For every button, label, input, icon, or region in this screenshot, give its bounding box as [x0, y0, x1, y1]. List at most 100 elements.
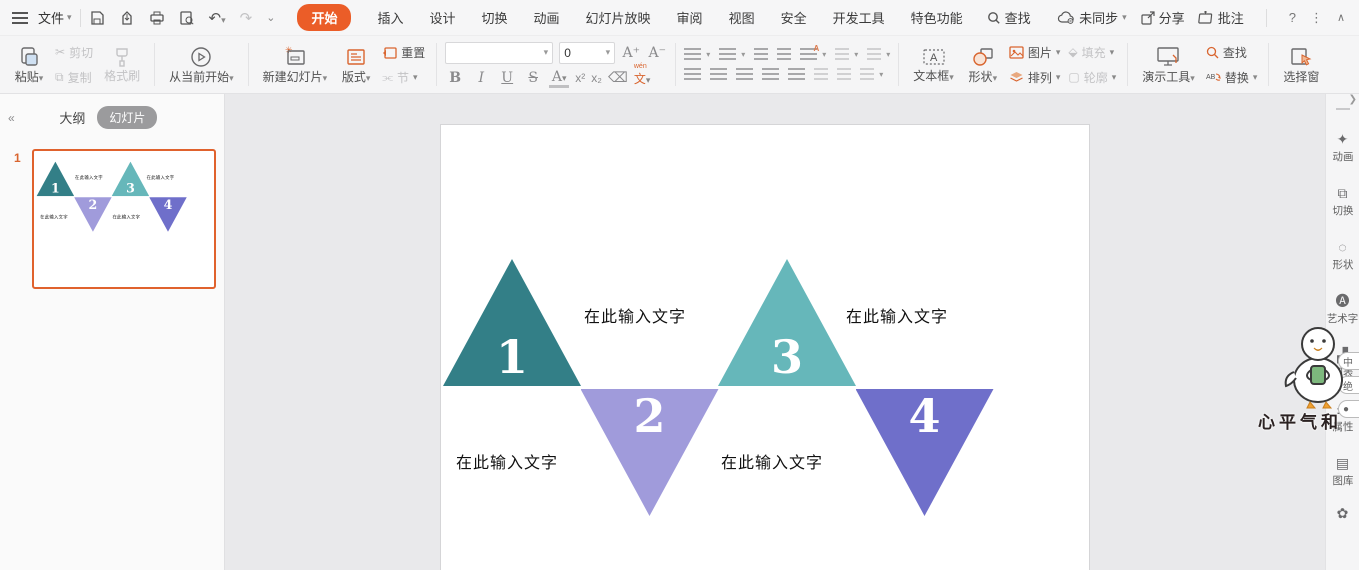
numbered-list-icon[interactable] — [719, 48, 737, 61]
play-from-current-button[interactable]: 从当前开始▾ — [162, 40, 241, 90]
italic-button[interactable]: I — [471, 70, 491, 86]
hamburger-menu-icon[interactable] — [12, 11, 28, 24]
font-name-select[interactable]: ▾ — [445, 41, 554, 64]
triangle-shape-1[interactable]: 1 — [443, 259, 581, 386]
undo-icon[interactable]: ↶▾ — [209, 9, 226, 27]
placeholder-text-1[interactable]: 在此输入文字 — [584, 303, 686, 327]
strikethrough-button[interactable]: S — [523, 70, 543, 86]
cut-button: ✂ 剪切 — [55, 45, 94, 60]
sidebar-item-切换[interactable]: ⧉ 切换 — [1326, 186, 1359, 218]
replace-button[interactable]: AB 替换 ▾ — [1206, 69, 1258, 86]
plugin-button[interactable]: ✿ — [1326, 506, 1359, 520]
tab-home[interactable]: 开始 — [297, 4, 352, 31]
shapes-button[interactable]: 形状▾ — [961, 40, 1005, 90]
tab-design[interactable]: 设计 — [429, 8, 455, 27]
tab-slides[interactable]: 幻灯片 — [97, 106, 158, 129]
customize-toolbar-icon[interactable]: ⌄ — [266, 11, 275, 24]
collapse-ribbon-icon[interactable]: ∧ — [1337, 11, 1345, 24]
tab-features[interactable]: 特色功能 — [911, 8, 963, 27]
svg-text:✳: ✳ — [285, 45, 293, 55]
justify-icon[interactable] — [762, 68, 780, 81]
save-icon[interactable] — [89, 10, 105, 26]
triangle-shape-3[interactable]: 3 — [718, 259, 856, 386]
reset-button[interactable]: 重置 — [382, 44, 425, 61]
sync-status[interactable]: 未同步 ▾ — [1058, 8, 1127, 27]
section-button: ⫘ 节 ▾ — [382, 69, 418, 85]
vertical-text-icon[interactable] — [867, 48, 882, 61]
tab-review[interactable]: 审阅 — [677, 8, 703, 27]
tab-view[interactable]: 视图 — [729, 8, 755, 27]
bold-button[interactable]: B — [445, 70, 465, 86]
tab-security[interactable]: 安全 — [781, 8, 807, 27]
font-color-button[interactable]: A▾ — [549, 69, 570, 88]
placeholder-text-2[interactable]: 在此输入文字 — [456, 449, 558, 473]
decrease-font-icon[interactable]: A⁻ — [647, 45, 667, 61]
subscript-button[interactable]: x₂ — [591, 71, 602, 85]
placeholder-text-3[interactable]: 在此输入文字 — [846, 303, 948, 327]
textbox-button[interactable]: A 文本框▾ — [906, 41, 961, 89]
tab-insert[interactable]: 插入 — [377, 8, 403, 27]
bullet-list-icon[interactable] — [684, 48, 702, 61]
sidebar-item-图库[interactable]: ▤ 图库 — [1326, 456, 1359, 488]
textbox-icon: A — [922, 48, 945, 65]
toolbar-overflow-icon[interactable]: ❯ — [1349, 94, 1357, 105]
svg-text:A: A — [930, 52, 938, 64]
decrease-indent-icon[interactable] — [754, 48, 769, 61]
arrange-button[interactable]: 排列 ▾ — [1009, 69, 1060, 86]
align-center-icon[interactable] — [710, 68, 728, 81]
line-spacing-increase-icon[interactable] — [814, 68, 829, 81]
projector-icon — [1156, 46, 1179, 66]
comment-button[interactable]: 批注 — [1197, 8, 1244, 27]
underline-button[interactable]: U — [497, 70, 517, 86]
file-menu[interactable]: 文件 ▾ — [38, 8, 72, 27]
search-icon — [987, 11, 1000, 24]
increase-font-icon[interactable]: A⁺ — [621, 45, 641, 61]
text-direction-icon[interactable] — [800, 44, 819, 61]
slide-editing-surface[interactable]: 1 在此输入文字 2 在此输入文字 3 在此输入文字 4 在此输入文字 — [440, 124, 1090, 570]
triangle-number: 2 — [633, 389, 666, 443]
more-options-icon[interactable]: ⋮ — [1310, 10, 1323, 26]
share-button[interactable]: 分享 — [1141, 8, 1185, 27]
new-slide-button[interactable]: ✳ 新建幻灯片▾ — [256, 40, 335, 90]
print-icon[interactable] — [149, 10, 165, 26]
tab-outline[interactable]: 大纲 — [59, 108, 85, 127]
superscript-button[interactable]: x² — [575, 71, 585, 85]
help-icon[interactable]: ? — [1289, 10, 1296, 25]
align-left-icon[interactable] — [684, 68, 702, 81]
paste-button[interactable]: 粘贴▾ — [7, 40, 51, 90]
tab-slideshow[interactable]: 幻灯片放映 — [586, 8, 651, 27]
sidebar-item-形状[interactable]: ◌ 形状 — [1326, 240, 1359, 272]
sidebar-handle[interactable] — [1335, 108, 1350, 110]
align-text-icon[interactable] — [835, 48, 850, 61]
layout-icon — [347, 48, 365, 65]
picture-button[interactable]: 图片 ▾ — [1009, 44, 1060, 61]
find-button[interactable]: 查找 — [1206, 44, 1258, 61]
line-spacing-icon[interactable] — [860, 68, 875, 81]
triangle-shape-4[interactable]: 4 — [855, 389, 994, 516]
arrange-icon — [1010, 71, 1023, 82]
triangle-number: 3 — [126, 180, 135, 196]
placeholder-text-4[interactable]: 在此输入文字 — [721, 449, 823, 473]
print-preview-icon[interactable] — [179, 10, 195, 26]
format-painter-icon — [116, 47, 128, 67]
triangle-shape-2[interactable]: 2 — [580, 389, 719, 516]
tab-devtools[interactable]: 开发工具 — [833, 8, 885, 27]
distribute-icon[interactable] — [788, 68, 806, 81]
align-right-icon[interactable] — [736, 68, 754, 81]
phonetic-guide-button[interactable]: 文▾ — [634, 63, 651, 87]
line-spacing-decrease-icon[interactable] — [837, 68, 852, 81]
sidebar-item-label: 图库 — [1332, 475, 1353, 487]
layout-button[interactable]: 版式▾ — [334, 40, 378, 90]
tab-animation[interactable]: 动画 — [534, 8, 560, 27]
tab-transition[interactable]: 切换 — [482, 8, 508, 27]
selection-pane-button[interactable]: 选择窗 — [1276, 40, 1326, 90]
increase-indent-icon[interactable] — [777, 48, 792, 61]
font-size-select[interactable]: 0 ▾ — [559, 41, 616, 64]
divider — [79, 8, 81, 27]
export-icon[interactable] — [119, 10, 135, 26]
search-box[interactable]: 查找 — [987, 8, 1031, 27]
sidebar-item-动画[interactable]: ✦ 动画 — [1326, 132, 1359, 164]
presentation-tools-button[interactable]: 演示工具▾ — [1135, 40, 1202, 90]
slide-thumbnail[interactable]: 1 在此输入文字 2 在此输入文字 3 在此输入文字 4 在此输入文字 — [32, 149, 216, 289]
clear-format-icon[interactable]: ⌫ — [608, 70, 628, 86]
